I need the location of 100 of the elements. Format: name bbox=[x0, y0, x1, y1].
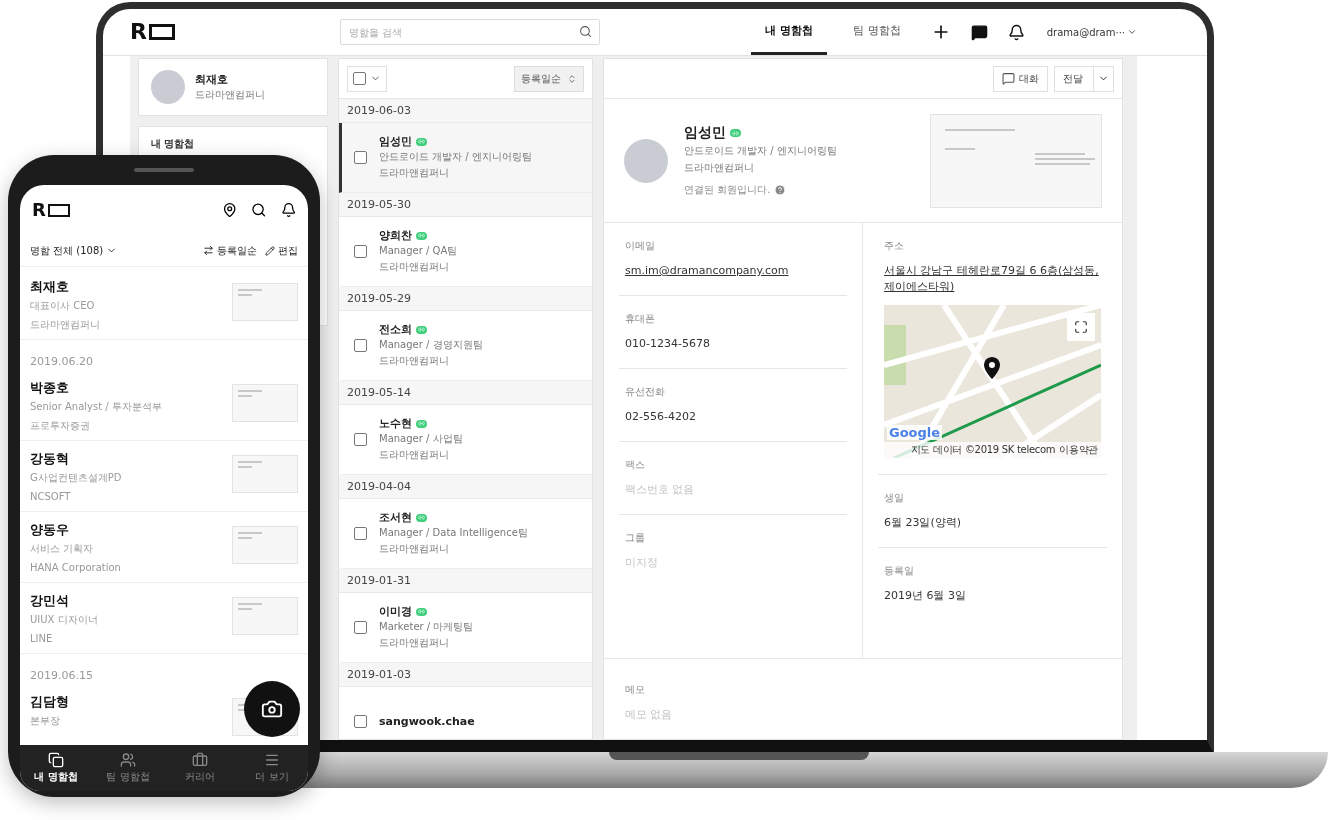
nav-tab[interactable]: 내 명함첩 bbox=[20, 745, 92, 791]
more-icon bbox=[264, 752, 280, 768]
contact-company: 드라마앤컴퍼니 bbox=[379, 542, 450, 556]
date-header: 2019-05-30 bbox=[339, 193, 592, 217]
nav-tab[interactable]: 커리어 bbox=[164, 745, 236, 791]
contact-name[interactable]: 박종호 bbox=[30, 378, 232, 397]
caret-icon[interactable] bbox=[1127, 27, 1137, 37]
field-value: 010-1234-5678 bbox=[625, 336, 711, 352]
contact-name: 전소희 bbox=[379, 322, 412, 337]
search-field[interactable]: 명함을 검색 bbox=[340, 19, 600, 45]
avatar bbox=[151, 70, 185, 104]
field-label: 이메일 bbox=[625, 239, 656, 253]
date-header: 2019-04-04 bbox=[339, 475, 592, 499]
contact-name: 이미경 bbox=[379, 604, 412, 619]
status-text: 연결된 회원입니다. bbox=[684, 183, 771, 197]
detail-company: 드라마앤컴퍼니 bbox=[684, 161, 755, 175]
contact-name[interactable]: 김담형 bbox=[30, 692, 232, 711]
cards-icon bbox=[48, 752, 64, 768]
email-link[interactable]: sm.im@dramancompany.com bbox=[625, 263, 841, 279]
field-value: 6월 23일(양력) bbox=[884, 515, 963, 531]
date-header: 2019.06.20 bbox=[29, 354, 94, 370]
nav-tab[interactable]: 더 보기 bbox=[236, 745, 308, 791]
contact-company: LINE bbox=[30, 632, 54, 646]
card-thumbnail bbox=[232, 526, 298, 564]
checkbox[interactable] bbox=[354, 151, 367, 164]
field-label: 그룹 bbox=[625, 531, 646, 545]
contact-company: 드라마앤컴퍼니 bbox=[30, 318, 101, 332]
fullscreen-icon[interactable] bbox=[1074, 320, 1088, 334]
search-icon[interactable] bbox=[579, 25, 592, 38]
logo: R bbox=[130, 9, 340, 55]
contact-name[interactable]: 강민석 bbox=[30, 591, 232, 610]
contact-name: 조서현 bbox=[379, 510, 412, 525]
fullscreen-button[interactable] bbox=[1067, 313, 1095, 341]
bell-icon[interactable] bbox=[1007, 23, 1025, 41]
field-value: 02-556-4202 bbox=[625, 409, 697, 425]
date-header: 2019.06.15 bbox=[29, 668, 94, 684]
contact-title: 본부장 bbox=[30, 714, 61, 728]
pencil-icon bbox=[265, 245, 275, 256]
team-icon bbox=[120, 752, 136, 768]
contact-title: 안드로이드 개발자 / 엔지니어링팀 bbox=[379, 150, 532, 164]
help-icon[interactable] bbox=[774, 184, 787, 196]
date-header: 2019-05-29 bbox=[339, 287, 592, 311]
camera-button[interactable] bbox=[244, 681, 300, 737]
contact-title: 대표이사 CEO bbox=[30, 299, 96, 313]
select-all-button[interactable] bbox=[347, 65, 387, 92]
nav-tab[interactable]: 팀 명함첩 bbox=[839, 9, 915, 55]
nav-tab[interactable]: 팀 명함첩 bbox=[92, 745, 164, 791]
date-header: 2019-05-14 bbox=[339, 381, 592, 405]
account-menu[interactable]: drama@dram··· bbox=[1046, 26, 1125, 38]
action-button[interactable]: 대화 bbox=[993, 65, 1048, 92]
sort-button[interactable]: 등록일순 bbox=[203, 243, 257, 258]
card-thumbnail bbox=[232, 283, 298, 321]
sort-select[interactable]: 등록일순 bbox=[514, 65, 584, 92]
checkbox[interactable] bbox=[354, 621, 367, 634]
chat-icon[interactable] bbox=[970, 23, 988, 41]
contact-title: UIUX 디자이너 bbox=[30, 613, 99, 627]
checkbox[interactable] bbox=[354, 715, 367, 728]
profile-company: 드라마앤컴퍼니 bbox=[195, 87, 265, 102]
contact-name: 노수현 bbox=[379, 416, 412, 431]
contact-title: Marketer / 마케팅팀 bbox=[379, 620, 474, 634]
contact-company: NCSOFT bbox=[30, 490, 72, 504]
contact-row[interactable]: 임성민 안드로이드 개발자 / 엔지니어링팀 드라마앤컴퍼니 bbox=[339, 123, 592, 193]
field-label: 유선전화 bbox=[625, 385, 666, 399]
checkbox[interactable] bbox=[354, 245, 367, 258]
checkbox[interactable] bbox=[354, 433, 367, 446]
map-logo: Google bbox=[887, 425, 943, 440]
contact-name: sangwook.chae bbox=[379, 715, 475, 728]
field-label: 주소 bbox=[884, 239, 905, 253]
checkbox[interactable] bbox=[353, 72, 366, 85]
bell-icon[interactable] bbox=[280, 200, 296, 220]
location-icon[interactable] bbox=[221, 200, 238, 220]
card-thumbnail bbox=[232, 455, 298, 493]
logo: R bbox=[32, 201, 194, 219]
checkbox[interactable] bbox=[354, 527, 367, 540]
contact-title: 서비스 기획자 bbox=[30, 542, 95, 556]
date-header: 2019-01-03 bbox=[339, 663, 592, 687]
contact-name[interactable]: 강동혁 bbox=[30, 449, 232, 468]
terms-link[interactable]: 이용약관 bbox=[1059, 443, 1098, 457]
field-label: 휴대폰 bbox=[625, 312, 656, 326]
career-icon bbox=[192, 752, 208, 768]
contact-name[interactable]: 최재호 bbox=[30, 277, 232, 296]
field-label: 메모 bbox=[625, 683, 646, 697]
action-button[interactable]: 전달 bbox=[1054, 65, 1114, 92]
contact-title: Manager / QA팀 bbox=[379, 244, 458, 258]
side-card-title: 내 명함첩 bbox=[151, 137, 196, 151]
contact-company: 드라마앤컴퍼니 bbox=[379, 448, 450, 462]
edit-button[interactable]: 편집 bbox=[265, 243, 298, 258]
card-thumbnail bbox=[232, 384, 298, 422]
filter-dropdown[interactable]: 명함 전체 (108) bbox=[30, 243, 118, 258]
contact-company: 드라마앤컴퍼니 bbox=[379, 636, 450, 650]
contact-name: 임성민 bbox=[379, 134, 412, 149]
address-link[interactable]: 서울시 강남구 테헤란로79길 6 6층(삼성동, 제이에스타워) bbox=[884, 263, 1101, 295]
avatar bbox=[624, 138, 668, 183]
contact-company: 드라마앤컴퍼니 bbox=[379, 166, 450, 180]
detail-name: 임성민 bbox=[684, 124, 726, 142]
contact-name[interactable]: 양동우 bbox=[30, 520, 232, 539]
date-header: 2019-06-03 bbox=[339, 99, 592, 123]
sort-arrows-icon bbox=[567, 73, 577, 84]
map-pin-icon bbox=[984, 357, 1000, 379]
checkbox[interactable] bbox=[354, 339, 367, 352]
